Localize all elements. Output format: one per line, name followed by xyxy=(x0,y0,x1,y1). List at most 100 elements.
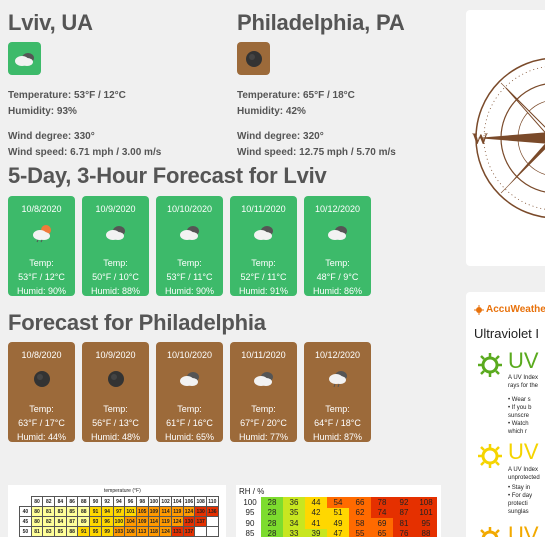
compass-panel: W xyxy=(466,10,545,266)
forecast-card: 10/12/2020 Temp: 48°F / 9°C Humid: 86% xyxy=(304,196,371,296)
heat-index-header-row: 80 82 84 86 88 90 92 94 96 98 100 102 104 106 108 110 xyxy=(20,496,219,507)
heat-index-cell: 114 xyxy=(159,506,172,517)
temp-label: Temp: xyxy=(29,258,54,268)
accuweather-logo: AccuWeathe xyxy=(486,304,545,315)
heat-index-caption: temperature (°F) xyxy=(104,488,141,494)
heat-index-header: 82 xyxy=(42,496,56,507)
heat-index-cell: 99 xyxy=(100,526,114,537)
rh-table: 100 28 36 44 54 66 78 92 108 95 28 35 42 51 62 74 87 101 9… xyxy=(239,497,437,537)
heat-index-cell: 85 xyxy=(54,526,67,537)
uv-text-line: • Stay in xyxy=(508,485,531,491)
forecast-card: 10/11/2020 Temp: 67°F / 20°C Humid: 77% xyxy=(230,342,297,442)
heat-index-cell: 81 xyxy=(30,526,44,537)
heat-index-row-label: 45 xyxy=(19,516,32,527)
temp-label: Temp: xyxy=(103,404,128,414)
heat-index-cell: 113 xyxy=(135,526,149,537)
heat-index-row: 50 81 83 85 88 91 95 99 103 108 113 118 124 131 137 xyxy=(19,526,219,537)
heat-index-cell: 93 xyxy=(89,516,102,527)
heat-index-header: 84 xyxy=(54,496,67,507)
heat-index-cell xyxy=(206,526,219,537)
uv-text-line: • Watch xyxy=(508,421,529,427)
rh-cell: 28 xyxy=(261,507,283,518)
cloudy-icon xyxy=(230,216,297,250)
forecast-date: 10/10/2020 xyxy=(166,350,213,360)
forecast-humid: Humid: 44% xyxy=(16,432,67,442)
heat-index-cell: 119 xyxy=(170,506,184,517)
heat-index-cell: 96 xyxy=(100,516,114,527)
heat-index-cell: 83 xyxy=(54,506,67,517)
wind-degree: Wind degree: 320° xyxy=(237,131,324,142)
dark-cloud-icon xyxy=(8,362,75,396)
rh-cell: 62 xyxy=(349,507,371,518)
uv-text-line: • Wear s xyxy=(508,397,531,403)
rh-cell: 108 xyxy=(415,497,437,508)
temp-label: Temp: xyxy=(177,404,202,414)
rh-cell: 39 xyxy=(305,528,327,537)
forecast-humid: Humid: 77% xyxy=(238,432,289,442)
forecast-date: 10/8/2020 xyxy=(21,350,62,360)
uv-text-line: sunglas xyxy=(508,509,529,515)
forecast-humid: Humid: 90% xyxy=(16,286,67,296)
forecast-date: 10/9/2020 xyxy=(95,204,136,214)
heat-index-cell: 103 xyxy=(112,526,126,537)
rh-cell: 95 xyxy=(415,518,437,529)
forecast-philadelphia-title: Forecast for Philadelphia xyxy=(8,310,266,335)
rh-cell: 76 xyxy=(393,528,415,537)
uv-text-line: A UV Index xyxy=(508,375,539,381)
cloudy-icon xyxy=(82,216,149,250)
cloudy-icon xyxy=(156,362,223,396)
forecast-date: 10/11/2020 xyxy=(241,350,286,360)
heat-index-header: 98 xyxy=(135,496,149,507)
rh-row: 100 28 36 44 54 66 78 92 108 xyxy=(239,497,437,508)
forecast-humid: Humid: 91% xyxy=(238,286,289,296)
forecast-temp: 53°F / 12°C xyxy=(18,272,65,282)
rh-cell: 65 xyxy=(371,528,393,537)
uv-text-line: sunscre xyxy=(508,413,530,419)
heat-index-cell: 124 xyxy=(170,516,184,527)
rh-cell: 47 xyxy=(327,528,349,537)
heat-index-header: 80 xyxy=(30,496,44,507)
heat-index-cell: 131 xyxy=(170,526,184,537)
heat-index-panel: temperature (°F) 80 82 84 86 88 90 92 94 96 98 100… xyxy=(8,485,226,537)
forecast-humid: Humid: 48% xyxy=(90,432,141,442)
temperature: Temperature: 53°F / 12°C xyxy=(8,90,126,101)
humidity: Humidity: 93% xyxy=(8,106,77,117)
cloudy-icon xyxy=(8,42,41,75)
uv-text-line: • If you b xyxy=(508,405,532,411)
rh-cell: 35 xyxy=(283,507,305,518)
forecast-date: 10/8/2020 xyxy=(21,204,62,214)
forecast-temp: 63°F / 17°C xyxy=(18,418,65,428)
heat-index-cell: 89 xyxy=(77,516,91,527)
forecast-humid: Humid: 65% xyxy=(164,432,215,442)
forecast-temp: 50°F / 10°C xyxy=(92,272,139,282)
forecast-date: 10/10/2020 xyxy=(166,204,213,214)
rh-cell: 74 xyxy=(371,507,393,518)
temp-label: Temp: xyxy=(29,404,54,414)
temp-label: Temp: xyxy=(103,258,128,268)
forecast-date: 10/11/2020 xyxy=(241,204,286,214)
forecast-card: 10/12/2020 Temp: 64°F / 18°C Humid: 87% xyxy=(304,342,371,442)
temp-label: Temp: xyxy=(251,404,276,414)
forecast-temp: 53°F / 11°C xyxy=(166,272,213,282)
heat-index-cell: 80 xyxy=(30,506,44,517)
heat-index-cell: 83 xyxy=(42,526,56,537)
heat-index-cell: 105 xyxy=(135,506,149,517)
heat-index-header: 106 xyxy=(182,496,196,507)
heat-index-cell: 100 xyxy=(112,516,126,527)
cloudy-icon xyxy=(304,216,371,250)
heat-index-header: 88 xyxy=(77,496,91,507)
rh-cell: 36 xyxy=(283,497,305,508)
forecast-card: 10/8/2020 Temp: 63°F / 17°C Humid: 44% xyxy=(8,342,75,442)
dark-cloud-icon xyxy=(82,362,149,396)
heat-index-cell: 88 xyxy=(77,506,91,517)
rh-row-label: 90 xyxy=(239,518,261,529)
heat-index-cell: 124 xyxy=(159,526,172,537)
rh-cell: 49 xyxy=(327,518,349,529)
rh-cell: 78 xyxy=(371,497,393,508)
rh-cell: 33 xyxy=(283,528,305,537)
heat-index-cell: 130 xyxy=(182,516,196,527)
forecast-philadelphia-cards: 10/8/2020 Temp: 63°F / 17°C Humid: 44% 10/9/… xyxy=(8,342,371,442)
cloudy-icon xyxy=(230,362,297,396)
heat-index-header: 104 xyxy=(170,496,184,507)
forecast-card: 10/8/2020 Temp: 53°F / 12°C Humid: 90% xyxy=(8,196,75,296)
